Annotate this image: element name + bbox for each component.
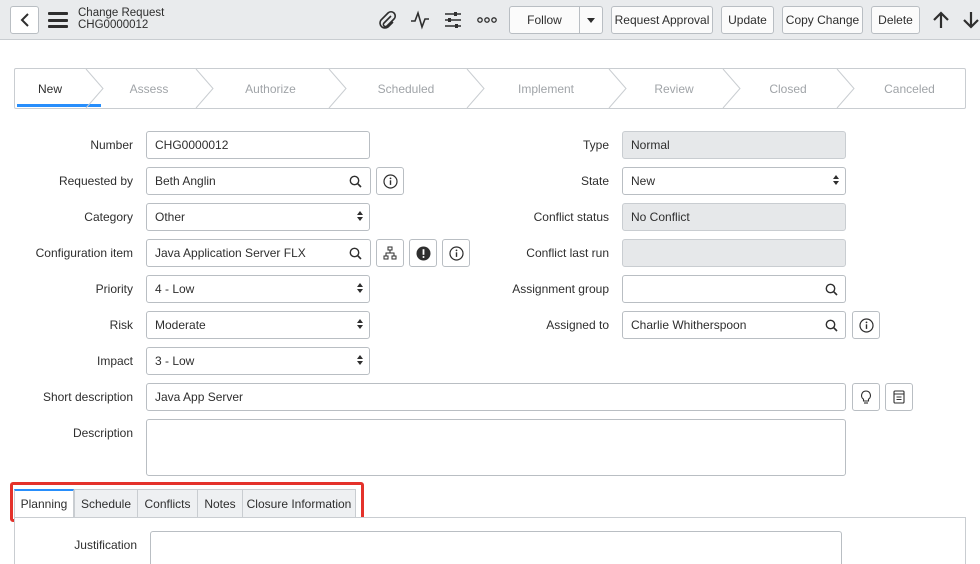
assignment-group-label: Assignment group	[512, 282, 609, 296]
menu-icon[interactable]	[48, 12, 68, 28]
suggestion-button[interactable]	[852, 383, 880, 411]
copy-change-button[interactable]: Copy Change	[782, 6, 863, 34]
requested-by-label: Requested by	[58, 174, 133, 188]
back-icon	[20, 13, 29, 27]
requested-by-field[interactable]: Beth Anglin	[146, 167, 342, 195]
ci-alert-button[interactable]	[409, 239, 437, 267]
priority-label: Priority	[95, 282, 133, 296]
select-arrows-icon	[357, 355, 363, 365]
configuration-item-label: Configuration item	[35, 246, 133, 260]
risk-value: Moderate	[155, 318, 206, 332]
stage-divider	[85, 69, 104, 108]
description-label: Description	[72, 426, 133, 440]
stage-divider	[466, 69, 485, 108]
category-select[interactable]: Other	[146, 203, 370, 231]
conflict-last-run-field	[622, 239, 846, 267]
priority-select[interactable]: 4 - Low	[146, 275, 370, 303]
stage-canceled[interactable]: Canceled	[854, 69, 965, 108]
arrow-up-icon[interactable]	[930, 9, 952, 31]
select-arrows-icon	[833, 175, 839, 185]
assigned-to-info-button[interactable]	[852, 311, 880, 339]
search-icon	[349, 247, 362, 260]
short-description-field[interactable]: Java App Server	[146, 383, 846, 411]
update-button[interactable]: Update	[721, 6, 774, 34]
settings-sliders-icon[interactable]	[442, 9, 464, 31]
caret-down-icon	[587, 17, 595, 23]
info-icon	[382, 173, 398, 189]
form-header: Change Request CHG0000012 Follow Request…	[0, 0, 980, 40]
info-icon	[858, 317, 874, 333]
assigned-to-label: Assigned to	[546, 318, 609, 332]
conflict-status-label: Conflict status	[533, 210, 609, 224]
stage-authorize[interactable]: Authorize	[213, 69, 328, 108]
search-icon	[349, 175, 362, 188]
hierarchy-icon	[383, 246, 397, 260]
stage-divider	[328, 69, 347, 108]
justification-textarea[interactable]	[150, 531, 842, 564]
state-select[interactable]: New	[622, 167, 846, 195]
stage-review[interactable]: Review	[626, 69, 722, 108]
conflict-last-run-label: Conflict last run	[526, 246, 609, 260]
stage-closed[interactable]: Closed	[740, 69, 836, 108]
category-label: Category	[84, 210, 133, 224]
assigned-to-lookup-button[interactable]	[817, 311, 846, 339]
stage-divider	[836, 69, 855, 108]
stage-implement[interactable]: Implement	[484, 69, 608, 108]
assignment-group-field[interactable]	[622, 275, 818, 303]
short-description-label: Short description	[42, 390, 133, 404]
type-field: Normal	[622, 131, 846, 159]
impact-select[interactable]: 3 - Low	[146, 347, 370, 375]
requested-by-info-button[interactable]	[376, 167, 404, 195]
configuration-item-lookup-button[interactable]	[341, 239, 371, 267]
search-icon	[825, 319, 838, 332]
template-button[interactable]	[885, 383, 913, 411]
assigned-to-field[interactable]: Charlie Whitherspoon	[622, 311, 818, 339]
description-textarea[interactable]	[146, 419, 846, 476]
type-label: Type	[582, 138, 609, 152]
book-icon	[893, 390, 905, 404]
more-icon[interactable]	[476, 9, 498, 31]
paperclip-icon[interactable]	[376, 9, 398, 31]
category-value: Other	[155, 210, 186, 224]
record-type: Change Request	[78, 7, 165, 19]
requested-by-lookup-button[interactable]	[341, 167, 371, 195]
risk-label: Risk	[109, 318, 133, 332]
justification-label: Justification	[74, 538, 137, 552]
record-title: Change Request CHG0000012	[78, 7, 164, 31]
select-arrows-icon	[357, 319, 363, 329]
delete-button[interactable]: Delete	[871, 6, 920, 34]
stage-divider	[722, 69, 741, 108]
impact-value: 3 - Low	[155, 354, 195, 368]
impact-label: Impact	[96, 354, 133, 368]
arrow-down-icon[interactable]	[960, 9, 980, 31]
stage-scheduled[interactable]: Scheduled	[346, 69, 466, 108]
risk-select[interactable]: Moderate	[146, 311, 370, 339]
request-approval-button[interactable]: Request Approval	[611, 6, 713, 34]
activity-icon[interactable]	[409, 9, 431, 31]
state-value: New	[631, 174, 656, 188]
priority-value: 4 - Low	[155, 282, 195, 296]
number-label: Number	[90, 138, 133, 152]
follow-dropdown-button[interactable]	[579, 6, 603, 34]
record-number: CHG0000012	[78, 19, 149, 31]
number-field[interactable]: CHG0000012	[146, 131, 370, 159]
assignment-group-lookup-button[interactable]	[817, 275, 846, 303]
stage-assess[interactable]: Assess	[103, 69, 195, 108]
select-arrows-icon	[357, 211, 363, 221]
stage-divider	[195, 69, 214, 108]
exclamation-icon	[416, 246, 430, 260]
stage-progress-bar: New Assess Authorize Scheduled Implement…	[14, 68, 966, 109]
configuration-item-field[interactable]: Java Application Server FLX	[146, 239, 342, 267]
lightbulb-icon	[861, 389, 871, 404]
state-label: State	[580, 174, 609, 188]
conflict-status-field: No Conflict	[622, 203, 846, 231]
back-button[interactable]	[10, 6, 39, 34]
search-icon	[825, 283, 838, 296]
stage-divider	[608, 69, 627, 108]
stage-new[interactable]: New	[15, 69, 85, 108]
select-arrows-icon	[357, 283, 363, 293]
tab-highlight-box	[10, 482, 364, 522]
follow-button[interactable]: Follow	[509, 6, 580, 34]
dependency-map-button[interactable]	[376, 239, 404, 267]
